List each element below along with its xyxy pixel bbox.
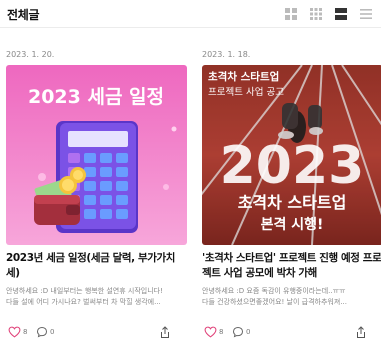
comment-button[interactable]: 0 [232,326,250,338]
page-title: 전체글 [7,8,40,22]
thumbnail-overlay-line: 초격차 스타트업 [208,70,279,83]
thumbnail-overlay-line: 프로젝트 사업 공고 [208,86,284,98]
grid-small-icon[interactable] [309,7,323,21]
thumbnail-big-year: 2023 [220,136,365,196]
share-button[interactable] [159,326,171,339]
grid-large-icon[interactable] [284,7,298,21]
post-title[interactable]: '초격차 스타트업' 프로젝트 진행 예정 프로젝트 사업 공모에 박차 가해 [202,251,381,281]
post-excerpt-line: 안녕하세요 :D 내일부터는 행복한 설연휴 시작입니다! [6,287,163,295]
like-count: 8 [23,328,28,336]
post-excerpt-line: 안녕하세요 :D 요즘 독감이 유행중이라는데..ㅠㅠ [202,287,346,295]
post-excerpt: 안녕하세요 :D 요즘 독감이 유행중이라는데..ㅠㅠ 다들 건강하셨으면좋겠어… [202,286,381,307]
post-excerpt: 안녕하세요 :D 내일부터는 행복한 설연휴 시작입니다! 다들 설에 어디 가… [6,286,187,307]
wallet-icon [34,195,80,225]
tax-calendar-illustration: 2023 세금 일정 [6,65,187,245]
post-actions: 8 0 [6,326,187,340]
post-actions: 8 0 [202,326,381,340]
page-header: 전체글 [0,0,381,28]
post-excerpt-line: 다들 건강하셨으면좋겠어요! 날이 급격하추워져... [202,297,347,306]
comment-button[interactable]: 0 [36,326,54,338]
share-icon [161,326,169,338]
post-card[interactable]: 2023. 1. 18. 초격차 스타트업 프로젝트 사업 공고 2023 초격… [202,28,381,342]
thumbnail-headline: 본격 시행! [261,216,324,233]
share-button[interactable] [355,326,367,339]
post-card[interactable]: 2023. 1. 20. 2023 세금 일정 2023년 세금 일정(세금 달… [6,28,187,342]
post-thumbnail[interactable]: 초격차 스타트업 프로젝트 사업 공고 2023 초격차 스타트업 본격 시행! [202,65,381,245]
view-mode-switcher [284,7,373,21]
comment-count: 0 [50,328,55,336]
post-date: 2023. 1. 20. [6,50,55,59]
like-count: 8 [219,328,224,336]
post-excerpt-line: 다들 설에 어디 가시나요? 벌써부터 차 막힐 생각에... [6,297,161,306]
thumbnail-headline: 초격차 스타트업 [238,193,347,212]
list-compact-icon[interactable] [359,7,373,21]
like-button[interactable]: 8 [8,326,27,338]
thumbnail-headline: 2023 세금 일정 [28,86,164,108]
like-button[interactable]: 8 [204,326,223,338]
list-card-icon[interactable] [334,7,348,21]
comment-icon [36,326,48,338]
post-title[interactable]: 2023년 세금 일정(세금 달력, 부가가치세) [6,251,187,281]
post-date: 2023. 1. 18. [202,50,251,59]
comment-count: 0 [246,328,251,336]
post-thumbnail[interactable]: 2023 세금 일정 [6,65,187,245]
comment-icon [232,326,244,338]
heart-icon [8,326,21,338]
startup-track-illustration: 초격차 스타트업 프로젝트 사업 공고 2023 초격차 스타트업 본격 시행! [202,65,381,245]
share-icon [357,326,365,338]
heart-icon [204,326,217,338]
